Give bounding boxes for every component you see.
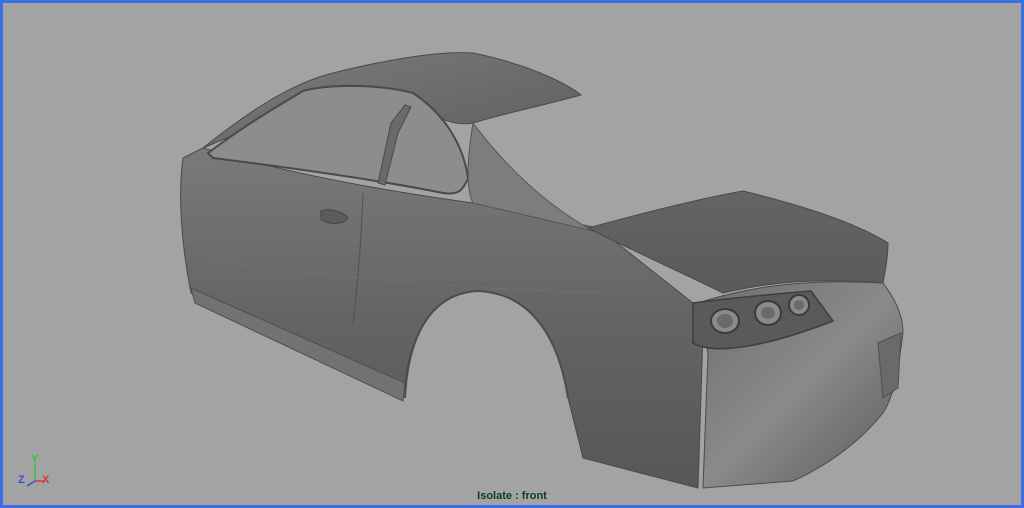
axis-x-label: X [42, 474, 50, 486]
axis-y-label: Y [31, 453, 39, 465]
3d-viewport[interactable]: Y Z X Isolate : front [0, 0, 1024, 508]
axis-indicator: Y Z X [15, 453, 59, 493]
isolate-status-label: Isolate : front [477, 490, 547, 502]
axis-z-label: Z [18, 474, 25, 486]
car-body-model[interactable] [3, 3, 1021, 505]
